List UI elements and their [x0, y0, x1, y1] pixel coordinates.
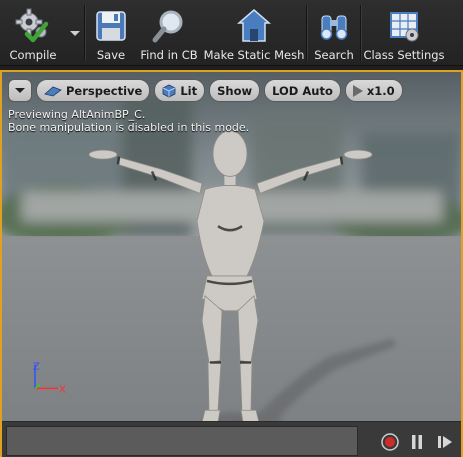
search-button[interactable]: Search [308, 0, 360, 66]
bone-manipulation-notice: Bone manipulation is disabled in this mo… [8, 121, 250, 134]
preview-viewport[interactable]: Z X Perspective Lit Show LOD Auto x1.0 P… [0, 70, 463, 457]
class-settings-label: Class Settings [363, 48, 445, 62]
compile-options-dropdown[interactable] [66, 0, 84, 66]
lod-label: LOD Auto [272, 83, 333, 98]
house-mesh-icon [234, 6, 274, 46]
playback-speed-button[interactable]: x1.0 [344, 79, 403, 102]
main-toolbar: Compile Save Find in CB Make Static Mesh… [0, 0, 463, 66]
play-icon [352, 84, 363, 97]
perspective-icon [44, 86, 62, 96]
chevron-down-icon [15, 88, 25, 93]
viewport-info-text: Previewing AltAnimBP_C. Bone manipulatio… [8, 108, 249, 134]
make-static-mesh-button[interactable]: Make Static Mesh [202, 0, 306, 66]
find-in-content-browser-button[interactable]: Find in CB [136, 0, 202, 66]
search-label: Search [314, 48, 354, 62]
class-settings-icon [384, 6, 424, 46]
compile-button[interactable]: Compile [0, 0, 66, 66]
step-forward-icon[interactable] [435, 432, 455, 452]
record-icon[interactable] [380, 432, 400, 452]
lit-label: Lit [180, 83, 198, 98]
preview-status-line: Previewing AltAnimBP_C. [8, 108, 146, 121]
save-label: Save [96, 48, 126, 62]
make-static-mesh-label: Make Static Mesh [203, 48, 305, 62]
floppy-disk-icon [91, 6, 131, 46]
viewport-toolbar: Perspective Lit Show LOD Auto x1.0 [8, 79, 403, 102]
save-button[interactable]: Save [86, 0, 136, 66]
pause-icon[interactable] [407, 432, 427, 452]
compile-label: Compile [9, 48, 57, 62]
show-label: Show [217, 83, 253, 98]
timeline-scrubber[interactable] [6, 426, 358, 456]
playback-bar [2, 421, 461, 457]
lit-mode-button[interactable]: Lit [154, 79, 206, 102]
show-button[interactable]: Show [209, 79, 261, 102]
viewport-options-button[interactable] [8, 79, 32, 102]
axis-x-label: X [59, 384, 66, 395]
chevron-down-icon [70, 30, 80, 36]
lit-cube-icon [162, 84, 176, 97]
lod-button[interactable]: LOD Auto [264, 79, 341, 102]
perspective-label: Perspective [66, 83, 143, 98]
find-in-cb-label: Find in CB [140, 48, 198, 62]
magnifier-icon [149, 6, 189, 46]
axis-z-label: Z [33, 361, 40, 372]
compile-gear-icon [13, 6, 53, 46]
class-settings-button[interactable]: Class Settings [362, 0, 446, 66]
speed-label: x1.0 [366, 83, 395, 98]
binoculars-icon [314, 6, 354, 46]
perspective-button[interactable]: Perspective [36, 79, 151, 102]
